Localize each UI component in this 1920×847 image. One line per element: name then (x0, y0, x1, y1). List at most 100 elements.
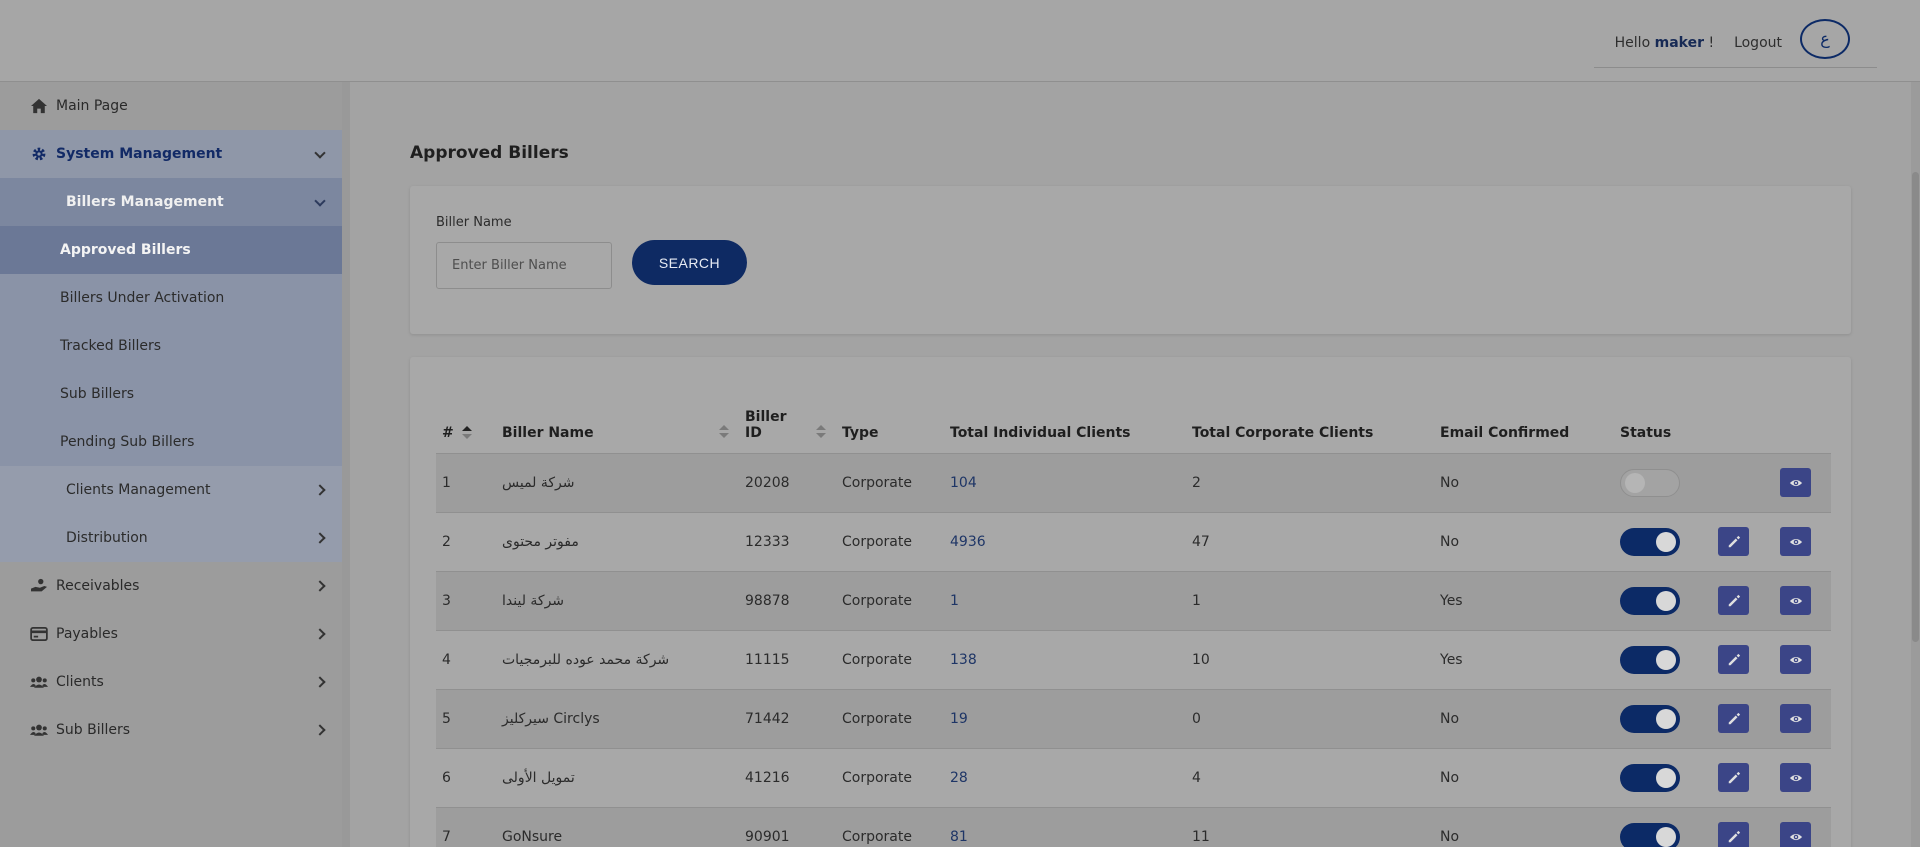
sort-icon[interactable] (816, 424, 826, 439)
total-corporate-clients-cell: 4 (1186, 747, 1434, 807)
scrollbar-thumb[interactable] (1912, 172, 1919, 642)
table-row: 3 شركة ليندا 98878 Corporate 1 1 Yes (436, 570, 1831, 630)
edit-cell (1712, 688, 1774, 748)
biller-name-input[interactable] (436, 242, 612, 289)
sidebar-item-distribution[interactable]: Distribution (0, 514, 342, 562)
type-cell: Corporate (836, 806, 944, 847)
sidebar-item-label: Pending Sub Billers (60, 434, 195, 450)
view-cell (1774, 570, 1831, 630)
search-card: Biller Name SEARCH (410, 186, 1851, 334)
view-cell (1774, 511, 1831, 571)
sidebar-item-billers-under-activation[interactable]: Billers Under Activation (0, 274, 342, 322)
chevron-down-icon (314, 147, 326, 159)
edit-button[interactable] (1718, 586, 1749, 615)
column-header-total-corporate-clients: Total Corporate Clients (1192, 424, 1374, 441)
language-toggle-button[interactable]: ع (1800, 18, 1850, 59)
total-individual-clients-cell: 1 (944, 570, 1186, 630)
view-button[interactable] (1780, 704, 1811, 733)
edit-button[interactable] (1718, 645, 1749, 674)
column-header-biller-name[interactable]: Biller Name (496, 393, 739, 453)
type-cell: Corporate (836, 511, 944, 571)
view-button[interactable] (1780, 527, 1811, 556)
view-cell (1774, 629, 1831, 689)
sidebar-item-receivables[interactable]: Receivables (0, 562, 342, 610)
edit-button[interactable] (1718, 822, 1749, 847)
column-header-biller-id[interactable]: Biller ID (739, 393, 836, 453)
hand-coin-icon (30, 577, 48, 595)
status-toggle[interactable] (1620, 468, 1680, 497)
view-cell (1774, 747, 1831, 807)
status-toggle[interactable] (1620, 822, 1680, 847)
table-row: 5 سيركليز Circlys 71442 Corporate 19 0 No (436, 688, 1831, 748)
status-toggle[interactable] (1620, 645, 1680, 674)
sidebar-item-billers-management[interactable]: Billers Management (0, 178, 342, 226)
edit-cell (1712, 452, 1774, 512)
sort-icon[interactable] (461, 425, 472, 440)
biller-name-cell: شركة لميس (496, 452, 739, 512)
view-button[interactable] (1780, 763, 1811, 792)
edit-cell (1712, 570, 1774, 630)
sidebar-item-label: Receivables (56, 578, 140, 594)
edit-button[interactable] (1718, 527, 1749, 556)
status-cell (1614, 806, 1712, 847)
edit-cell (1712, 629, 1774, 689)
biller-name-cell: شركة محمد عوده للبرمجيات (496, 629, 739, 689)
edit-cell (1712, 806, 1774, 847)
sidebar-item-sub-billers[interactable]: Sub Billers (0, 370, 342, 418)
greeting: Hello maker ! (1614, 34, 1715, 51)
eye-icon (1789, 833, 1802, 840)
sidebar-item-tracked-billers[interactable]: Tracked Billers (0, 322, 342, 370)
column-header-number[interactable]: # (436, 393, 496, 453)
edit-cell (1712, 511, 1774, 571)
biller-name-label: Biller Name (436, 215, 512, 230)
sidebar-item-clients-management[interactable]: Clients Management (0, 466, 342, 514)
edit-button[interactable] (1718, 763, 1749, 792)
eye-icon (1789, 715, 1802, 722)
status-toggle[interactable] (1620, 527, 1680, 556)
table-row: 4 شركة محمد عوده للبرمجيات 11115 Corporate 1… (436, 629, 1831, 689)
row-number-cell: 4 (436, 629, 496, 689)
sidebar-item-system-management[interactable]: System Management (0, 130, 342, 178)
table-row: 7 GoNsure 90901 Corporate 81 11 No (436, 806, 1831, 847)
email-confirmed-cell: No (1434, 511, 1614, 571)
credit-card-icon (30, 625, 48, 643)
view-button[interactable] (1780, 645, 1811, 674)
top-bar: Hello maker ! Logout ع (0, 0, 1920, 82)
table-row: 6 تمويل الأولى 41216 Corporate 28 4 No (436, 747, 1831, 807)
column-header-total-individual-clients: Total Individual Clients (950, 424, 1131, 441)
scrollbar[interactable] (1911, 82, 1920, 847)
total-corporate-clients-cell: 0 (1186, 688, 1434, 748)
sidebar-item-sub-billers-group[interactable]: Sub Billers (0, 706, 342, 754)
status-cell (1614, 629, 1712, 689)
table-row: 2 مفوتر محتوى 12333 Corporate 4936 47 No (436, 511, 1831, 571)
status-toggle[interactable] (1620, 704, 1680, 733)
edit-button[interactable] (1718, 704, 1749, 733)
view-button[interactable] (1780, 822, 1811, 847)
status-toggle[interactable] (1620, 763, 1680, 792)
biller-id-cell: 41216 (739, 747, 836, 807)
email-confirmed-cell: No (1434, 452, 1614, 512)
eye-icon (1789, 538, 1802, 545)
type-cell: Corporate (836, 629, 944, 689)
pencil-icon (1728, 771, 1740, 783)
sidebar-item-approved-billers[interactable]: Approved Billers (0, 226, 342, 274)
sort-icon[interactable] (719, 424, 729, 439)
row-number-cell: 1 (436, 452, 496, 512)
biller-id-cell: 12333 (739, 511, 836, 571)
total-corporate-clients-cell: 1 (1186, 570, 1434, 630)
status-toggle[interactable] (1620, 586, 1680, 615)
biller-id-cell: 71442 (739, 688, 836, 748)
logout-link[interactable]: Logout (1734, 35, 1782, 51)
search-button[interactable]: SEARCH (632, 240, 747, 285)
total-individual-clients-cell: 138 (944, 629, 1186, 689)
view-button[interactable] (1780, 468, 1811, 497)
sidebar-item-main-page[interactable]: Main Page (0, 82, 342, 130)
sidebar-item-label: Clients (56, 674, 104, 690)
username: maker (1654, 34, 1704, 51)
view-button[interactable] (1780, 586, 1811, 615)
sidebar-item-pending-sub-billers[interactable]: Pending Sub Billers (0, 418, 342, 466)
sidebar-item-clients[interactable]: Clients (0, 658, 342, 706)
eye-icon (1789, 597, 1802, 604)
sidebar-item-payables[interactable]: Payables (0, 610, 342, 658)
row-number-cell: 5 (436, 688, 496, 748)
